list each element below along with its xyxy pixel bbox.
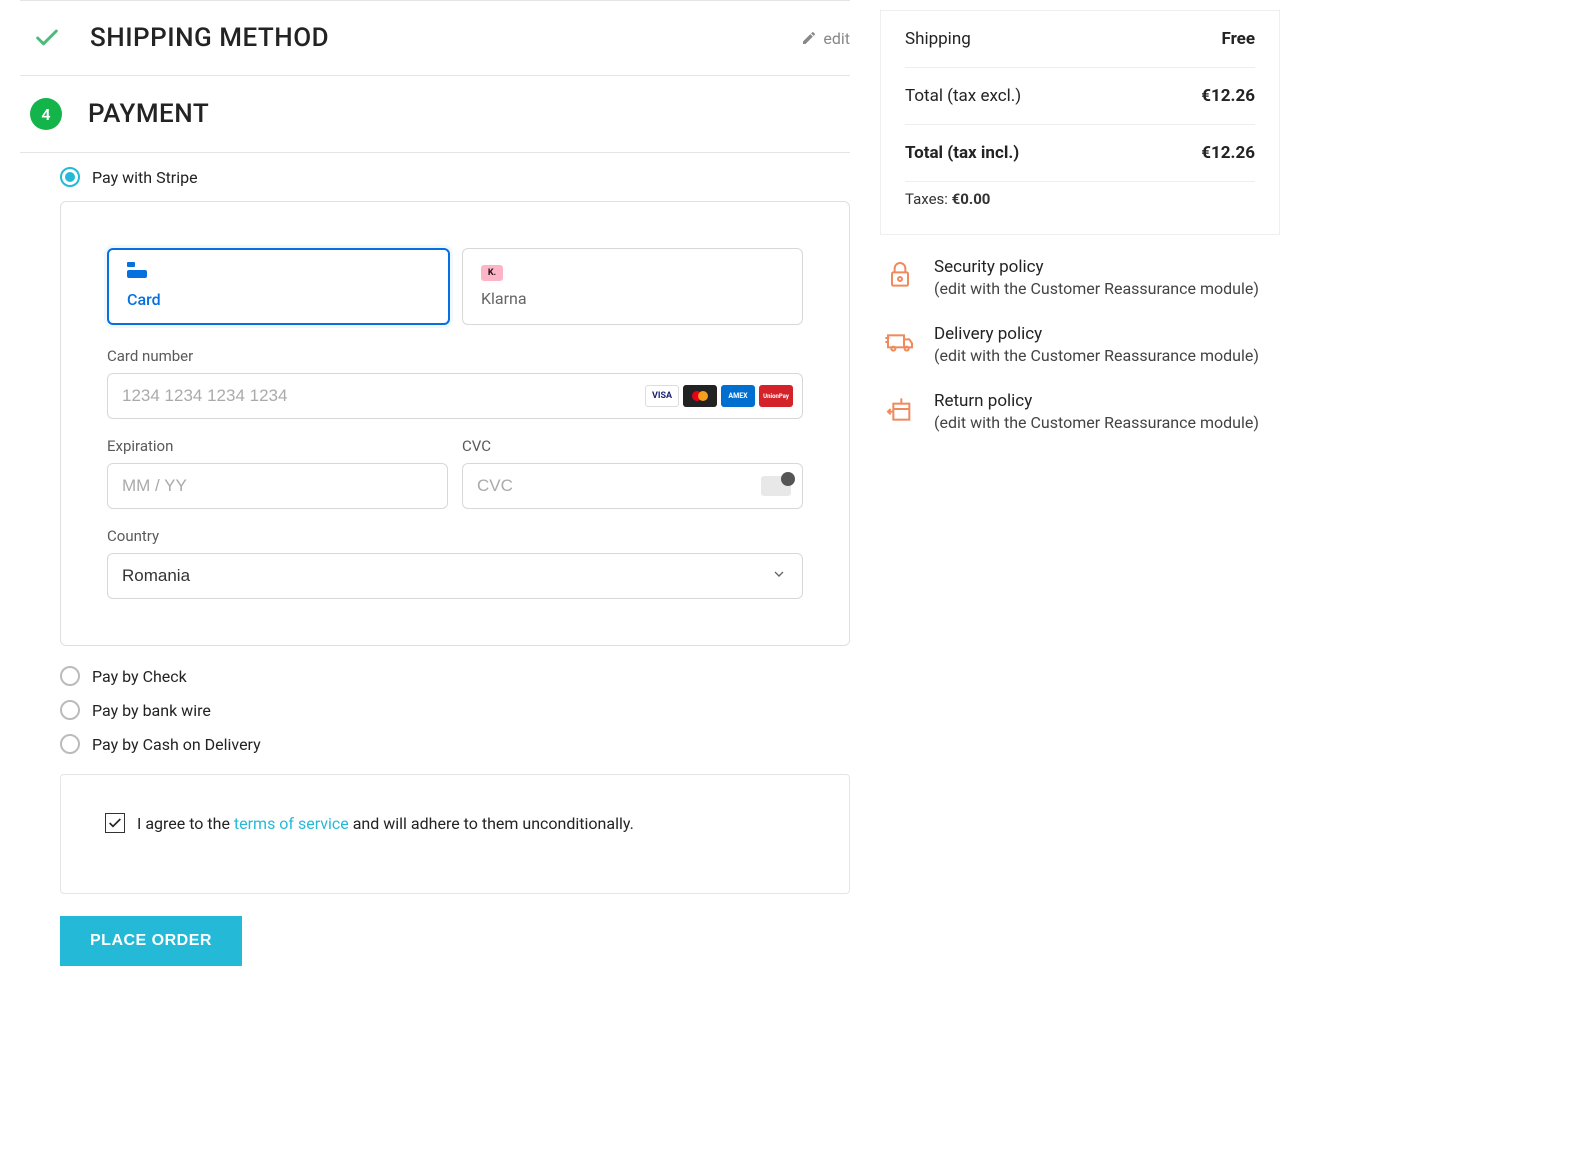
cvc-hint-icon [761, 476, 791, 496]
tab-card-label: Card [127, 290, 430, 309]
return-box-icon [884, 393, 916, 425]
payment-option-label: Pay with Stripe [92, 168, 198, 187]
tab-klarna-label: Klarna [481, 289, 784, 308]
policy-subtitle: (edit with the Customer Reassurance modu… [934, 346, 1259, 365]
payment-title: PAYMENT [88, 99, 209, 129]
card-brand-icons: VISA AMEX UnionPay [645, 385, 793, 407]
policy-security: Security policy (edit with the Customer … [884, 257, 1280, 298]
pencil-icon [801, 30, 817, 46]
policy-subtitle: (edit with the Customer Reassurance modu… [934, 413, 1259, 432]
amex-icon: AMEX [721, 385, 755, 407]
tab-klarna[interactable]: K. Klarna [462, 248, 803, 325]
country-select[interactable] [107, 553, 803, 599]
mastercard-icon [683, 385, 717, 407]
card-icon [127, 264, 430, 284]
summary-taxes-row: Taxes: €0.00 [905, 182, 1255, 208]
radio-icon [60, 734, 80, 754]
shipping-title: SHIPPING METHOD [90, 23, 329, 53]
summary-value: Free [1221, 29, 1255, 49]
payment-option-label: Pay by Cash on Delivery [92, 735, 261, 754]
radio-icon [60, 666, 80, 686]
summary-total-incl-row: Total (tax incl.) €12.26 [905, 125, 1255, 182]
policy-title: Security policy [934, 257, 1259, 277]
unionpay-icon: UnionPay [759, 385, 793, 407]
terms-box: I agree to the terms of service and will… [60, 774, 850, 894]
edit-shipping-link[interactable]: edit [801, 29, 850, 48]
expiration-label: Expiration [107, 437, 448, 455]
summary-value: €12.26 [1201, 143, 1255, 163]
policy-return: Return policy (edit with the Customer Re… [884, 391, 1280, 432]
policy-subtitle: (edit with the Customer Reassurance modu… [934, 279, 1259, 298]
terms-link[interactable]: terms of service [234, 814, 349, 833]
check-icon [107, 815, 123, 831]
tab-card[interactable]: Card [107, 248, 450, 325]
lock-icon [884, 259, 916, 291]
card-number-label: Card number [107, 347, 803, 365]
stripe-payment-form: Card K. Klarna Card number VISA [60, 201, 850, 646]
summary-total-excl-row: Total (tax excl.) €12.26 [905, 68, 1255, 125]
summary-value: €12.26 [1201, 86, 1255, 106]
policy-delivery: Delivery policy (edit with the Customer … [884, 324, 1280, 365]
payment-option-bank-wire[interactable]: Pay by bank wire [60, 700, 850, 720]
payment-section-header: 4 PAYMENT [20, 76, 850, 152]
summary-shipping-row: Shipping Free [905, 11, 1255, 68]
cvc-input[interactable] [462, 463, 803, 509]
order-summary: Shipping Free Total (tax excl.) €12.26 T… [880, 10, 1280, 235]
payment-option-check[interactable]: Pay by Check [60, 666, 850, 686]
policy-title: Return policy [934, 391, 1259, 411]
expiration-input[interactable] [107, 463, 448, 509]
summary-label: Total (tax excl.) [905, 86, 1021, 106]
summary-label: Total (tax incl.) [905, 143, 1019, 163]
terms-text: I agree to the terms of service and will… [137, 814, 634, 833]
place-order-button[interactable]: PLACE ORDER [60, 916, 242, 966]
radio-icon [60, 700, 80, 720]
klarna-icon: K. [481, 263, 784, 283]
step-badge: 4 [30, 98, 62, 130]
shipping-section-header: SHIPPING METHOD edit [20, 1, 850, 75]
policy-title: Delivery policy [934, 324, 1259, 344]
edit-label: edit [823, 29, 850, 48]
payment-option-label: Pay by Check [92, 667, 187, 686]
country-label: Country [107, 527, 803, 545]
check-icon [32, 23, 62, 53]
visa-icon: VISA [645, 385, 679, 407]
terms-checkbox[interactable] [105, 813, 125, 833]
payment-option-stripe[interactable]: Pay with Stripe [60, 167, 850, 187]
cvc-label: CVC [462, 437, 803, 455]
truck-icon [884, 326, 916, 358]
payment-option-label: Pay by bank wire [92, 701, 211, 720]
radio-icon [60, 167, 80, 187]
summary-label: Shipping [905, 29, 971, 49]
payment-option-cod[interactable]: Pay by Cash on Delivery [60, 734, 850, 754]
